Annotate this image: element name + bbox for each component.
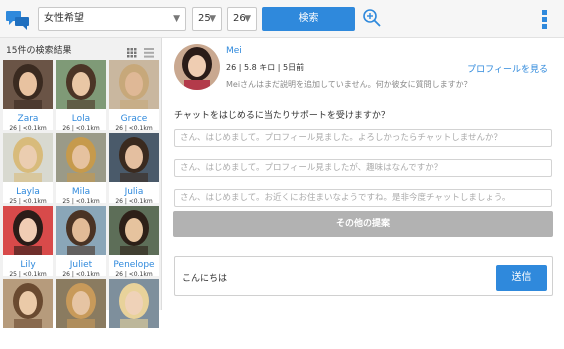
card-name[interactable]: Layla — [3, 187, 53, 198]
profile-photo[interactable] — [56, 279, 106, 328]
profile-card[interactable] — [109, 279, 159, 349]
card-info: 25 | <0.1km — [9, 271, 47, 278]
view-profile-link[interactable]: プロフィールを見る — [467, 62, 548, 75]
search-button[interactable]: 検索 — [262, 7, 355, 31]
search-results-panel: 15件の検索結果 Zara 26 | <0.1km Lola 26 | <0.1km G… — [0, 38, 162, 349]
zoom-in-icon[interactable] — [362, 8, 382, 28]
profile-card[interactable] — [56, 279, 106, 349]
profile-photo[interactable] — [109, 206, 159, 255]
profile-card[interactable]: Julia 26 | <0.1km — [109, 133, 159, 205]
profile-card[interactable] — [3, 279, 53, 349]
list-view-icon[interactable] — [144, 48, 154, 58]
message-input[interactable]: こんにちは 送信 — [174, 256, 553, 296]
profile-card[interactable]: Lily 25 | <0.1km — [3, 206, 53, 278]
card-info: 26 | <0.1km — [115, 125, 153, 132]
menu-icon[interactable] — [542, 10, 548, 30]
card-info: 26 | <0.1km — [9, 125, 47, 132]
card-info: 26 | <0.1km — [62, 125, 100, 132]
profile-photo[interactable] — [109, 133, 159, 182]
avatar[interactable] — [174, 44, 220, 90]
chat-logo-icon[interactable] — [6, 9, 30, 31]
profile-photo[interactable] — [3, 279, 53, 328]
support-question: チャットをはじめるに当たりサポートを受けますか？ — [174, 111, 390, 121]
suggestion-1[interactable]: さん、はじめまして。プロフィール見ました。よろしかったらチャットしませんか？ — [174, 129, 552, 147]
card-info: 26 | <0.1km — [115, 198, 153, 205]
card-name[interactable]: Grace — [109, 114, 159, 125]
profile-photo[interactable] — [56, 60, 106, 109]
profile-description: Meiさんはまだ説明を追加していません。何か彼女に質問しますか？ — [226, 80, 472, 89]
profile-photo[interactable] — [109, 279, 159, 328]
profile-info: 26 | 5.8 キロ | 5日前 — [226, 63, 305, 72]
suggestion-2[interactable]: さん、はじめまして。プロフィール見ましたが、趣味はなんですか？ — [174, 159, 552, 177]
gender-select[interactable]: 女性希望 ▼ — [38, 7, 186, 31]
profile-photo[interactable] — [56, 133, 106, 182]
profile-name[interactable]: Mei — [226, 46, 242, 56]
message-input-text: こんにちは — [182, 274, 228, 284]
age-min-select[interactable]: 25 ▼ — [192, 7, 222, 31]
card-name[interactable]: Julia — [109, 187, 159, 198]
profile-chat-panel: Mei 26 | 5.8 キロ | 5日前 Meiさんはまだ説明を追加していませ… — [163, 38, 564, 310]
card-name[interactable]: Lily — [3, 260, 53, 271]
results-count: 15件の検索結果 — [6, 46, 72, 56]
profile-card[interactable]: Zara 26 | <0.1km — [3, 60, 53, 132]
card-info: 26 | <0.1km — [62, 271, 100, 278]
chevron-down-icon: ▼ — [244, 14, 251, 24]
grid-view-icon[interactable] — [127, 48, 137, 58]
profile-card[interactable]: Grace 26 | <0.1km — [109, 60, 159, 132]
card-name[interactable]: Juliet — [56, 260, 106, 271]
suggestion-3[interactable]: さん、はじめまして。お近くにお住まいなようですね。是非今度チャットしましょう。 — [174, 189, 552, 207]
more-suggestions-button[interactable]: その他の提案 — [173, 211, 553, 237]
profile-card[interactable]: Mila 25 | <0.1km — [56, 133, 106, 205]
profile-photo[interactable] — [3, 133, 53, 182]
card-name[interactable]: Zara — [3, 114, 53, 125]
card-name[interactable]: Penelope — [109, 260, 159, 271]
chevron-down-icon: ▼ — [209, 14, 216, 24]
send-button[interactable]: 送信 — [496, 265, 547, 291]
card-name[interactable]: Lola — [56, 114, 106, 125]
card-info: 26 | <0.1km — [115, 271, 153, 278]
top-bar: 女性希望 ▼ 25 ▼ 26 ▼ 検索 — [0, 0, 564, 38]
profile-card[interactable]: Juliet 26 | <0.1km — [56, 206, 106, 278]
profile-card[interactable]: Lola 26 | <0.1km — [56, 60, 106, 132]
profile-photo[interactable] — [3, 60, 53, 109]
card-info: 25 | <0.1km — [9, 198, 47, 205]
profile-photo[interactable] — [56, 206, 106, 255]
profile-card[interactable]: Penelope 26 | <0.1km — [109, 206, 159, 278]
card-name[interactable]: Mila — [56, 187, 106, 198]
profile-photo[interactable] — [3, 206, 53, 255]
profile-card[interactable]: Layla 25 | <0.1km — [3, 133, 53, 205]
age-max-select[interactable]: 26 ▼ — [227, 7, 257, 31]
profile-photo[interactable] — [109, 60, 159, 109]
card-info: 25 | <0.1km — [62, 198, 100, 205]
gender-select-value: 女性希望 — [44, 13, 84, 24]
chevron-down-icon: ▼ — [173, 14, 180, 24]
